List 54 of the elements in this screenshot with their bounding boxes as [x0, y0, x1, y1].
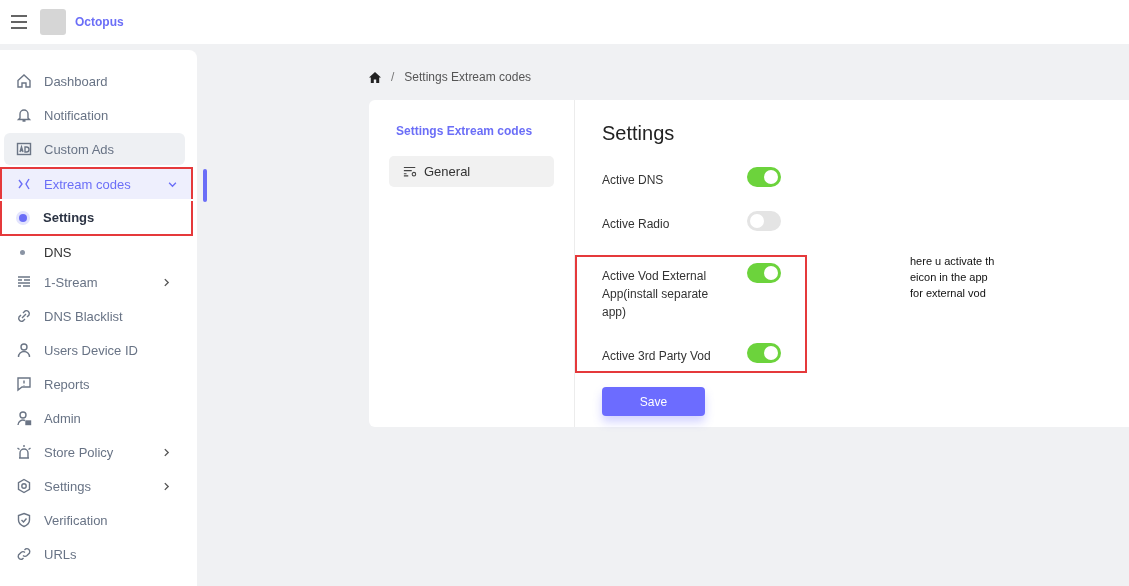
chevron-right-icon — [162, 481, 171, 491]
link-icon — [16, 546, 32, 562]
chevron-right-icon — [162, 277, 171, 287]
sidebar-item[interactable]: Settings — [4, 470, 185, 502]
alarm-icon — [16, 444, 32, 460]
sidebar-item[interactable]: Reports — [4, 368, 185, 400]
sidebar-item[interactable]: Notification — [4, 99, 185, 131]
sidebar-item[interactable]: Users Device ID — [4, 334, 185, 366]
active-indicator — [203, 169, 207, 202]
setting-label: Active Vod External App(install separate app) — [602, 268, 710, 321]
shield-icon — [16, 512, 32, 528]
toggle-switch[interactable] — [747, 343, 781, 363]
sidebar-item[interactable]: 1-Stream — [4, 266, 185, 298]
bullet-icon — [19, 213, 27, 222]
sidebar-item[interactable]: URLs — [4, 538, 185, 570]
user-icon — [16, 342, 32, 358]
sidebar-item[interactable]: Dashboard — [4, 65, 185, 97]
sidebar-item[interactable]: Store Policy — [4, 436, 185, 468]
report-icon — [16, 376, 32, 392]
breadcrumb-separator: / — [391, 70, 395, 84]
sliders-icon — [16, 274, 32, 290]
breadcrumb-current: Settings Extream codes — [404, 70, 532, 84]
save-button[interactable]: Save — [602, 387, 705, 416]
sidebar-item[interactable]: Verification — [4, 504, 185, 536]
toggle-switch[interactable] — [747, 167, 781, 187]
logo-icon — [40, 9, 66, 35]
sidebar-subitem[interactable]: DNS — [0, 238, 193, 266]
home-icon — [16, 73, 32, 89]
settings-heading: Settings — [602, 122, 676, 145]
chevron-right-icon — [162, 447, 171, 457]
bullet-icon — [20, 249, 25, 255]
home-icon[interactable] — [369, 71, 381, 83]
sidebar-item[interactable]: Custom Ads — [4, 133, 185, 165]
sidebar-item[interactable]: Admin — [4, 402, 185, 434]
admin-icon — [16, 410, 32, 426]
sidebar-item[interactable]: DNS Blacklist — [4, 300, 185, 332]
setting-label: Active DNS — [602, 172, 665, 189]
annotation-note: here u activate th eicon in the app for external vod — [910, 254, 996, 301]
setting-label: Active Radio — [602, 216, 671, 233]
chevron-down-icon — [168, 179, 177, 189]
settings-icon — [16, 478, 32, 494]
section-title: Settings Extream codes — [395, 124, 534, 138]
code-icon — [16, 176, 32, 192]
setting-label: Active 3rd Party Vod — [602, 348, 712, 365]
app-name: Octopus — [75, 15, 124, 29]
sidebar-subitem[interactable]: Settings — [0, 201, 193, 236]
filter-settings-icon — [403, 166, 417, 177]
general-tab[interactable]: General — [389, 156, 554, 187]
broken-link-icon — [16, 308, 32, 324]
toggle-switch[interactable] — [747, 211, 781, 231]
toggle-switch[interactable] — [747, 263, 781, 283]
ad-icon — [16, 141, 32, 157]
bell-icon — [16, 107, 32, 123]
menu-icon[interactable] — [11, 15, 27, 29]
